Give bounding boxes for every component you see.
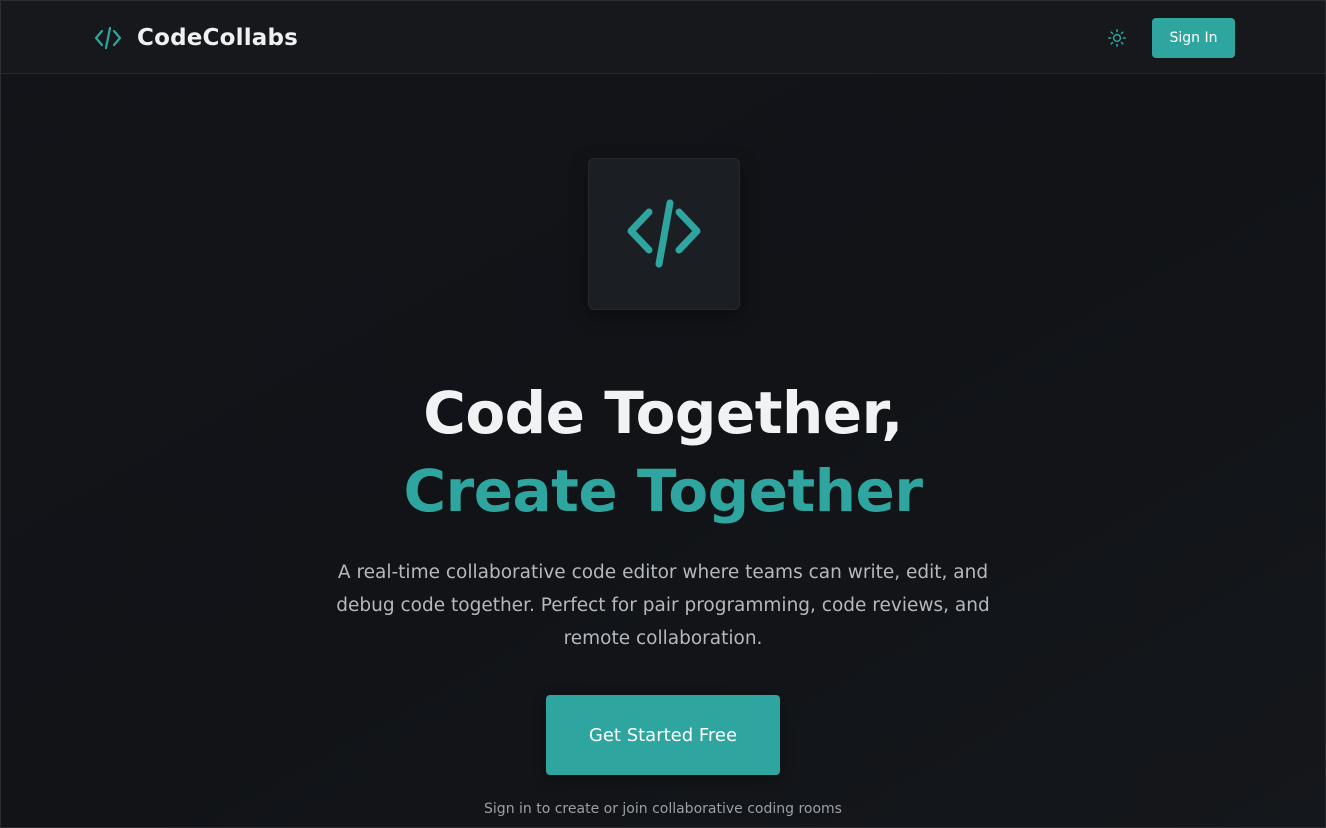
app-window: CodeCollabs Sign In Code Together, Creat… xyxy=(0,0,1326,828)
navbar: CodeCollabs Sign In xyxy=(1,1,1325,74)
sign-in-button[interactable]: Sign In xyxy=(1152,18,1235,58)
sun-icon xyxy=(1108,29,1126,47)
get-started-button[interactable]: Get Started Free xyxy=(546,695,780,775)
sign-in-hint: Sign in to create or join collaborative … xyxy=(484,801,842,817)
brand-name: CodeCollabs xyxy=(137,25,299,51)
hero-description: A real-time collaborative code editor wh… xyxy=(336,562,990,649)
code-brackets-icon xyxy=(94,26,122,50)
hero-title-line1: Code Together, xyxy=(423,379,903,447)
hero-icon-card xyxy=(588,158,740,310)
hero-title-line2: Create Together xyxy=(403,457,923,525)
brand[interactable]: CodeCollabs xyxy=(93,23,298,53)
code-brackets-icon xyxy=(627,199,701,268)
theme-toggle-button[interactable] xyxy=(1105,26,1129,50)
